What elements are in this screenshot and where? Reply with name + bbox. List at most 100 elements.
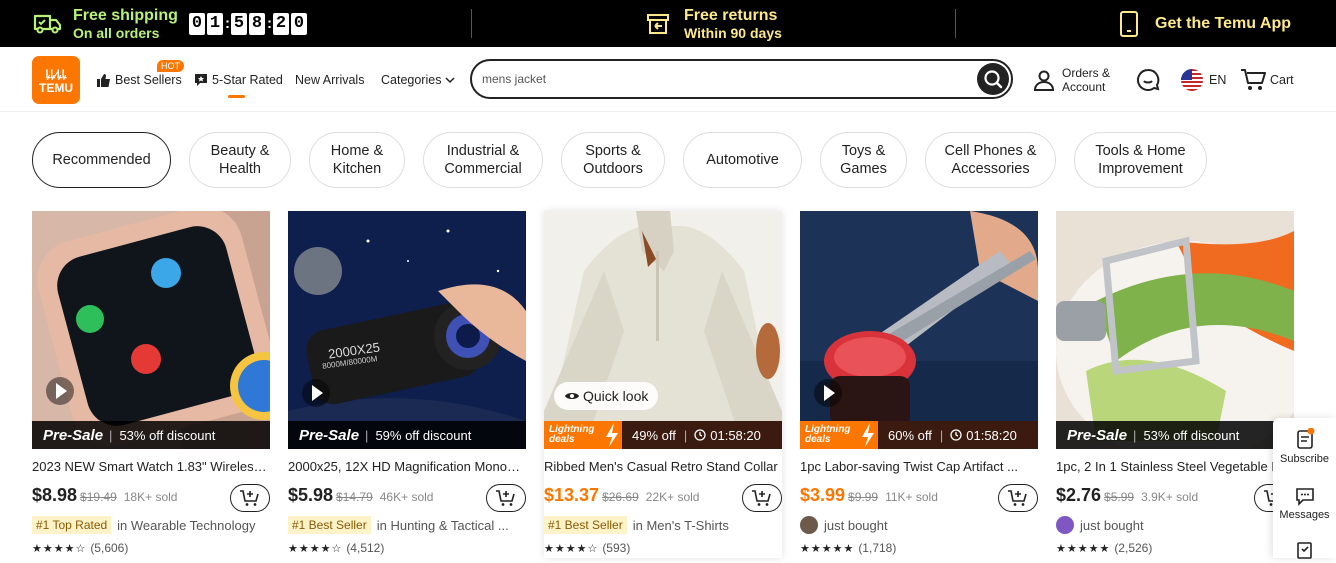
timer-digit: 0 bbox=[189, 12, 205, 35]
timer-digit: 5 bbox=[231, 12, 247, 35]
us-flag-icon bbox=[1181, 68, 1203, 91]
lightning-bolt-icon bbox=[862, 423, 874, 447]
active-nav-underline bbox=[228, 95, 245, 98]
product-title[interactable]: 2000x25, 12X HD Magnification Monocular bbox=[288, 459, 526, 474]
product-title[interactable]: 2023 NEW Smart Watch 1.83" Wireless... bbox=[32, 459, 270, 474]
original-price: $9.99 bbox=[848, 490, 879, 504]
rank-category[interactable]: in Men's T-Shirts bbox=[633, 518, 729, 533]
cart-label: Cart bbox=[1270, 72, 1294, 87]
get-app-banner[interactable]: Get the Temu App bbox=[1119, 0, 1291, 47]
best-sellers-label: Best Sellers bbox=[115, 72, 182, 87]
subscribe-button[interactable]: Subscribe bbox=[1273, 427, 1336, 465]
discount-label: 60% off bbox=[888, 427, 932, 443]
temu-logo[interactable]: ꝲꝲ⁄ꝲꝲ TEMU bbox=[32, 56, 80, 104]
rank-category[interactable]: in Hunting & Tactical ... bbox=[377, 518, 509, 533]
nav-five-star-rated[interactable]: 5-Star Rated bbox=[194, 47, 283, 112]
review-count: (5,606) bbox=[90, 541, 129, 555]
product-card[interactable]: Quick look Lightning deals 49% off | 01:… bbox=[544, 211, 782, 558]
rank-row: #1 Best Seller in Hunting & Tactical ... bbox=[288, 516, 526, 534]
just-bought-label: just bought bbox=[824, 517, 888, 533]
category-pill-toys-games[interactable]: Toys & Games bbox=[820, 132, 907, 188]
product-title[interactable]: 1pc Labor-saving Twist Cap Artifact ... bbox=[800, 459, 1038, 474]
category-pill-home-kitchen[interactable]: Home & Kitchen bbox=[309, 132, 405, 188]
pre-sale-label: Pre-Sale bbox=[43, 426, 104, 444]
search-button[interactable] bbox=[977, 63, 1009, 95]
rank-category[interactable]: in Wearable Technology bbox=[117, 518, 255, 533]
product-image[interactable]: 2000X25 8000M/80000M bbox=[288, 211, 526, 449]
category-pill-beauty-health[interactable]: Beauty & Health bbox=[189, 132, 291, 188]
category-pill-sports-outdoors[interactable]: Sports & Outdoors bbox=[561, 132, 665, 188]
add-to-cart-button[interactable] bbox=[486, 484, 526, 512]
search-input[interactable] bbox=[482, 69, 962, 89]
clock-icon bbox=[694, 429, 706, 441]
add-to-cart-button[interactable] bbox=[998, 484, 1038, 512]
deal-countdown: 01:58:20 bbox=[710, 427, 761, 443]
rank-tag: #1 Best Seller bbox=[544, 516, 627, 534]
product-image[interactable] bbox=[800, 211, 1038, 449]
product-price: $8.98 bbox=[32, 485, 78, 505]
category-label: Industrial & bbox=[446, 143, 520, 159]
promo-bar: Free shipping On all orders 01:58:20 Fre… bbox=[0, 0, 1336, 47]
support-chat[interactable] bbox=[1136, 47, 1160, 112]
product-card[interactable]: Pre-Sale | 53% off discount 1pc, 2 In 1 … bbox=[1056, 211, 1294, 558]
nav-best-sellers[interactable]: Best Sellers bbox=[96, 47, 182, 112]
language-selector[interactable]: EN bbox=[1180, 47, 1226, 112]
nav-new-arrivals[interactable]: New Arrivals bbox=[295, 47, 364, 112]
star-chat-icon bbox=[195, 73, 207, 86]
product-image[interactable] bbox=[1056, 211, 1294, 449]
add-to-cart-button[interactable] bbox=[742, 484, 782, 512]
rating-row: ★★★★★ (2,526) bbox=[1056, 541, 1152, 555]
rank-row: just bought bbox=[1056, 516, 1294, 534]
cart-button[interactable]: Cart bbox=[1240, 47, 1294, 112]
pre-sale-label: Pre-Sale bbox=[1067, 426, 1128, 444]
truck-icon bbox=[33, 14, 62, 33]
product-card[interactable]: Lightning deals 60% off | 01:58:20 1pc L… bbox=[800, 211, 1038, 558]
chevron-down-icon bbox=[445, 76, 455, 83]
category-pill-cell-phones[interactable]: Cell Phones & Accessories bbox=[925, 132, 1056, 188]
nav-categories[interactable]: Categories bbox=[381, 47, 455, 112]
free-returns-banner[interactable]: Free returns Within 90 days bbox=[646, 0, 782, 47]
pre-sale-label: Pre-Sale bbox=[299, 426, 360, 444]
rank-tag: #1 Top Rated bbox=[32, 516, 112, 534]
free-returns-title: Free returns bbox=[684, 6, 778, 24]
quick-look-button[interactable]: Quick look bbox=[554, 382, 658, 410]
category-pill-industrial-commercial[interactable]: Industrial & Commercial bbox=[423, 132, 543, 188]
thumbs-up-icon bbox=[97, 73, 110, 87]
product-title[interactable]: 1pc, 2 In 1 Stainless Steel Vegetable Pe… bbox=[1056, 459, 1294, 474]
countdown-timer: 01:58:20 bbox=[189, 0, 309, 47]
category-pill-recommended[interactable]: Recommended bbox=[32, 132, 171, 188]
category-label: Improvement bbox=[1098, 161, 1183, 177]
edit-note-icon bbox=[1296, 542, 1312, 559]
add-to-cart-icon bbox=[752, 490, 771, 506]
product-card[interactable]: Pre-Sale | 53% off discount 2023 NEW Sma… bbox=[32, 211, 270, 558]
messages-button[interactable]: Messages bbox=[1273, 486, 1336, 521]
discount-label: 49% off bbox=[632, 427, 676, 443]
discount-label: 53% off discount bbox=[119, 427, 216, 443]
product-image[interactable] bbox=[32, 211, 270, 449]
category-label: Sports & bbox=[585, 143, 641, 159]
product-image[interactable]: Quick look bbox=[544, 211, 782, 449]
rating-row: ★★★★☆ (5,606) bbox=[32, 541, 128, 555]
review-count: (4,512) bbox=[346, 541, 385, 555]
account-label: Account bbox=[1062, 79, 1106, 94]
rating-row: ★★★★★ (1,718) bbox=[800, 541, 896, 555]
star-rating-icon: ★★★★☆ bbox=[544, 542, 599, 555]
rank-row: just bought bbox=[800, 516, 1038, 534]
quick-look-label: Quick look bbox=[583, 388, 649, 404]
orders-account[interactable]: Orders & Account bbox=[1032, 47, 1110, 112]
free-shipping-banner[interactable]: Free shipping On all orders bbox=[33, 0, 178, 47]
add-to-cart-button[interactable] bbox=[230, 484, 270, 512]
product-title[interactable]: Ribbed Men's Casual Retro Stand Collar bbox=[544, 459, 782, 474]
search-icon bbox=[984, 70, 1003, 89]
user-icon bbox=[1033, 70, 1055, 91]
feedback-button[interactable] bbox=[1273, 540, 1336, 563]
return-box-icon bbox=[647, 13, 669, 34]
product-card[interactable]: 2000X25 8000M/80000M Pre-Sale | 59% off … bbox=[288, 211, 526, 558]
category-pill-automotive[interactable]: Automotive bbox=[683, 132, 802, 188]
category-pill-tools-home[interactable]: Tools & Home Improvement bbox=[1074, 132, 1207, 188]
add-to-cart-icon bbox=[240, 490, 259, 506]
subscribe-label: Subscribe bbox=[1280, 453, 1329, 465]
product-price: $5.98 bbox=[288, 485, 334, 505]
buyer-avatar bbox=[1056, 516, 1074, 534]
star-rating-icon: ★★★★★ bbox=[800, 542, 855, 555]
